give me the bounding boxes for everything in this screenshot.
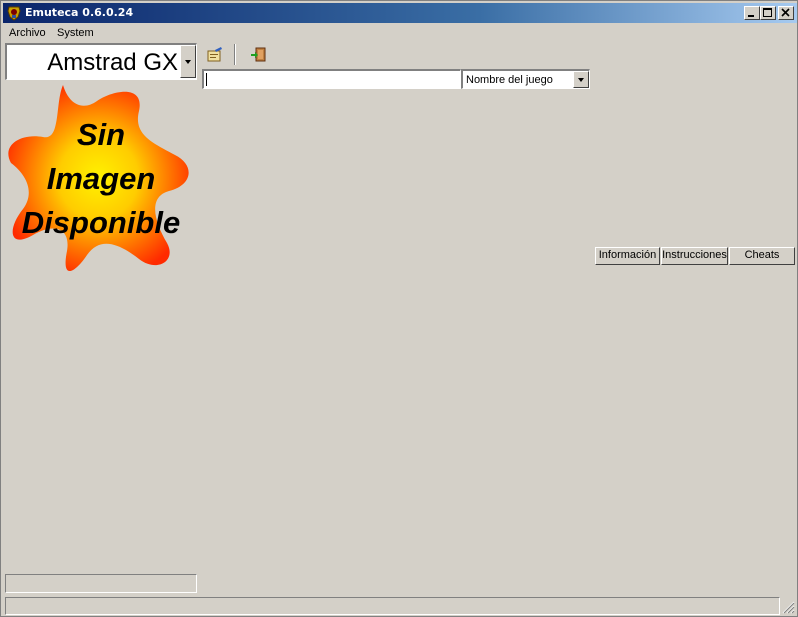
status-panel (5, 597, 780, 615)
search-field-dropdown-button[interactable] (573, 71, 589, 88)
no-image-placeholder: Sin Imagen Disponible (8, 85, 189, 272)
search-field-value: Nombre del juego (466, 74, 553, 86)
maximize-icon (763, 8, 772, 17)
resize-grip-icon[interactable] (782, 601, 795, 614)
exit-button[interactable] (249, 45, 269, 65)
close-button[interactable] (778, 6, 794, 20)
system-selector-value: Amstrad GX (47, 49, 178, 76)
menu-bar: Archivo System (3, 24, 797, 42)
title-bar[interactable]: Emuteca 0.6.0.24 (3, 3, 797, 23)
system-selector[interactable]: Amstrad GX (5, 43, 197, 80)
chevron-down-icon (185, 59, 191, 64)
edit-icon (207, 47, 222, 62)
toolbar (201, 43, 281, 67)
no-image-line2: Imagen (47, 161, 156, 196)
minimize-icon (748, 15, 754, 17)
info-button[interactable]: Información (595, 247, 660, 265)
chevron-down-icon (578, 77, 584, 82)
edit-system-button[interactable] (205, 45, 225, 65)
cheats-button[interactable]: Cheats (729, 247, 795, 265)
info-panel (5, 574, 197, 593)
system-dropdown-button[interactable] (180, 45, 196, 78)
minimize-button[interactable] (744, 6, 760, 20)
search-field-select[interactable]: Nombre del juego (461, 69, 590, 89)
window-title: Emuteca 0.6.0.24 (25, 6, 134, 19)
main-window: Emuteca 0.6.0.24 Archivo System Amstrad … (0, 0, 798, 617)
exit-door-icon (251, 47, 266, 62)
status-bar (3, 596, 797, 616)
no-image-line1: Sin (77, 117, 125, 152)
close-icon (781, 8, 790, 17)
menu-system[interactable]: System (57, 27, 94, 39)
maximize-button[interactable] (760, 6, 776, 20)
search-input[interactable] (202, 69, 461, 89)
toolbar-separator (234, 44, 236, 65)
text-caret (206, 73, 207, 86)
menu-archivo[interactable]: Archivo (9, 27, 46, 39)
no-image-line3: Disponible (22, 205, 180, 240)
instructions-button[interactable]: Instrucciones (661, 247, 728, 265)
app-icon (7, 6, 21, 21)
